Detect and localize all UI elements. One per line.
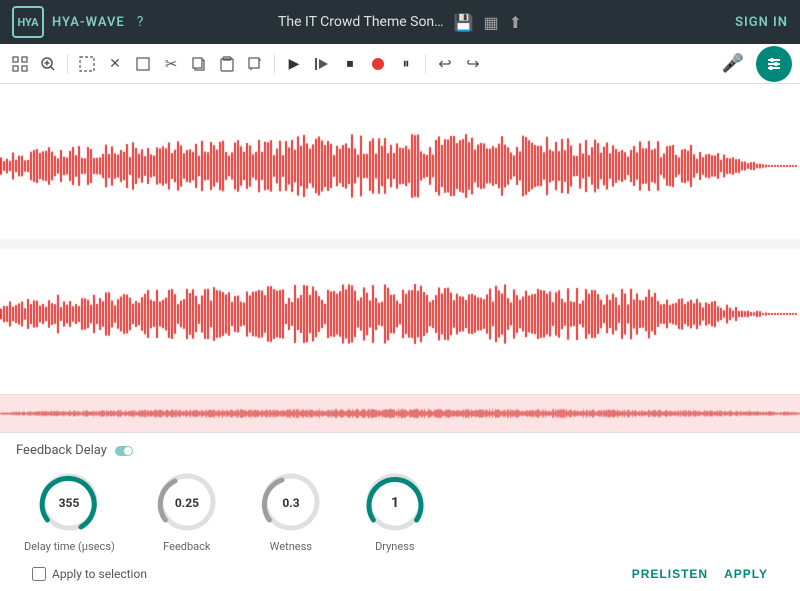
delay-time-label: Delay time (µsecs) (24, 540, 115, 553)
feedback-knob-group: 0.25 Feedback (155, 470, 219, 553)
waveform-area[interactable] (0, 84, 800, 394)
select-all-button[interactable] (75, 52, 99, 76)
close-button[interactable]: ✕ (103, 52, 127, 76)
svg-text:0.25: 0.25 (175, 496, 199, 510)
pause-button[interactable]: ⏸ (394, 52, 418, 76)
header-center: The IT Crowd Theme Son… 💾 ▦ ⬆ (278, 13, 522, 32)
zoom-fit-button[interactable] (8, 52, 32, 76)
redo-button[interactable]: ↪ (461, 52, 485, 76)
stop-button[interactable]: ⏹ (338, 52, 362, 76)
apply-button[interactable]: APPLY (724, 567, 768, 581)
track-title: The IT Crowd Theme Son… (278, 14, 444, 30)
svg-text:1: 1 (391, 495, 399, 511)
mic-button[interactable]: 🎤 (722, 53, 744, 74)
copy-button[interactable] (187, 52, 211, 76)
cut-button[interactable]: ✂ (159, 52, 183, 76)
export-icon[interactable]: ▦ (483, 13, 498, 32)
apply-to-selection-checkbox[interactable] (32, 567, 46, 581)
minimap[interactable] (0, 394, 800, 432)
select-region-button[interactable] (131, 52, 155, 76)
delay-time-knob-group: 355 Delay time (µsecs) (24, 470, 115, 553)
prelisten-button[interactable]: PRELISTEN (632, 567, 708, 581)
wetness-label: Wetness (270, 540, 312, 553)
share-icon[interactable]: ⬆ (509, 13, 522, 32)
logo-area: HYA HYA-WAVE ? (12, 6, 143, 38)
sign-in-button[interactable]: SIGN IN (735, 15, 788, 30)
knobs-row: 355 Delay time (µsecs) 0.25 Feedback 0.3… (16, 470, 784, 553)
delay-time-knob[interactable]: 355 (37, 470, 101, 534)
svg-text:355: 355 (59, 496, 80, 510)
wetness-knob[interactable]: 0.3 (259, 470, 323, 534)
dryness-knob[interactable]: 1 (363, 470, 427, 534)
help-icon[interactable]: ? (137, 14, 144, 30)
save-icon[interactable]: 💾 (454, 13, 474, 32)
action-buttons: PRELISTEN APPLY (632, 567, 768, 581)
toolbar-divider-3 (425, 54, 426, 74)
toolbar-divider-2 (274, 54, 275, 74)
svg-text:0.3: 0.3 (282, 496, 299, 510)
eq-button[interactable] (756, 46, 792, 82)
dryness-label: Dryness (375, 540, 415, 553)
app-header: HYA HYA-WAVE ? The IT Crowd Theme Son… 💾… (0, 0, 800, 44)
feedback-knob[interactable]: 0.25 (155, 470, 219, 534)
undo-button[interactable]: ↩ (433, 52, 457, 76)
apply-to-selection-area: Apply to selection (32, 567, 147, 581)
zoom-in-button[interactable] (36, 52, 60, 76)
effects-panel: Feedback Delay 355 Delay time (µsecs) 0.… (0, 432, 800, 591)
wetness-knob-group: 0.3 Wetness (259, 470, 323, 553)
apply-to-selection-label: Apply to selection (52, 567, 147, 581)
dryness-knob-group: 1 Dryness (363, 470, 427, 553)
minimap-canvas (0, 395, 800, 432)
toolbar-divider-1 (67, 54, 68, 74)
app-name: HYA-WAVE (52, 15, 125, 30)
play-selection-button[interactable] (310, 52, 334, 76)
effects-panel-title: Feedback Delay (16, 443, 107, 458)
effects-toggle[interactable] (115, 446, 133, 456)
paste-button[interactable] (215, 52, 239, 76)
logo-icon: HYA (12, 6, 44, 38)
effects-header: Feedback Delay (16, 443, 784, 458)
play-button[interactable]: ▶ (282, 52, 306, 76)
record-button[interactable] (366, 52, 390, 76)
toolbar: ✕ ✂ ▶ ⏹ ⏸ ↩ ↪ 🎤 (0, 44, 800, 84)
waveform-canvas (0, 84, 800, 394)
crop-button[interactable] (243, 52, 267, 76)
bottom-row: Apply to selection PRELISTEN APPLY (16, 567, 784, 581)
feedback-label: Feedback (163, 540, 210, 553)
